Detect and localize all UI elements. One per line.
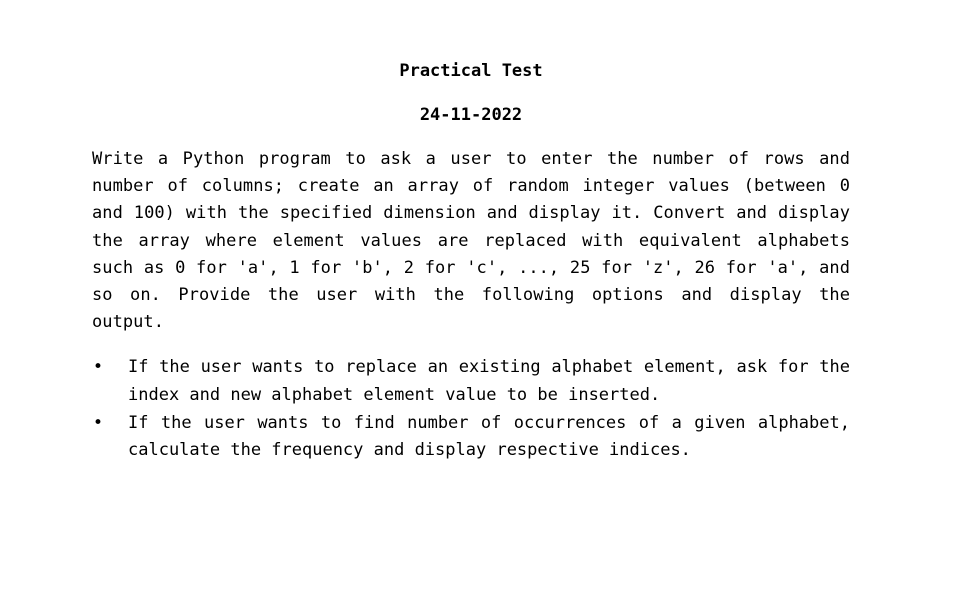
options-list: • If the user wants to replace an existi… <box>92 354 850 464</box>
option-frequency-text: If the user wants to find number of occu… <box>128 412 850 461</box>
bullet-icon: • <box>92 357 104 378</box>
list-item: • If the user wants to find number of oc… <box>92 410 850 464</box>
list-item: • If the user wants to replace an existi… <box>92 354 850 408</box>
bullet-icon: • <box>92 412 104 433</box>
option-replace-text: If the user wants to replace an existing… <box>128 357 850 405</box>
document-title: Practical Test <box>399 61 543 81</box>
document-page: Practical Test 24-11-2022 Write a Python… <box>92 58 850 465</box>
document-date: 24-11-2022 <box>419 105 523 125</box>
problem-statement: Write a Python program to ask a user to … <box>92 149 850 333</box>
